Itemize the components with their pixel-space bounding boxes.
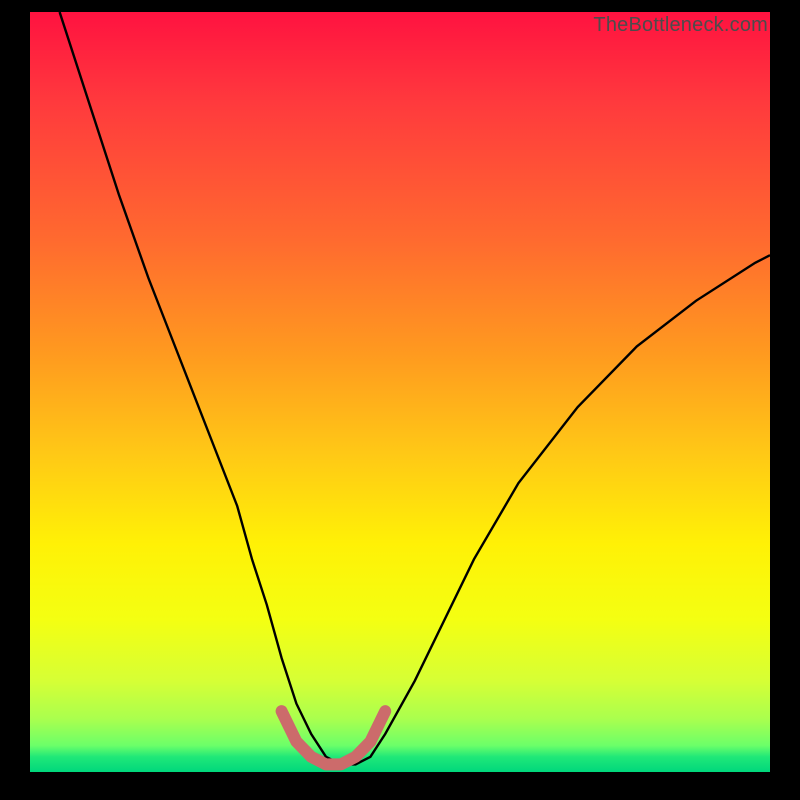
watermark-text: TheBottleneck.com — [593, 14, 768, 37]
chart-frame: TheBottleneck.com — [0, 0, 800, 800]
plot-area — [30, 12, 770, 772]
bottleneck-curve — [60, 12, 770, 764]
curve-svg — [30, 12, 770, 772]
